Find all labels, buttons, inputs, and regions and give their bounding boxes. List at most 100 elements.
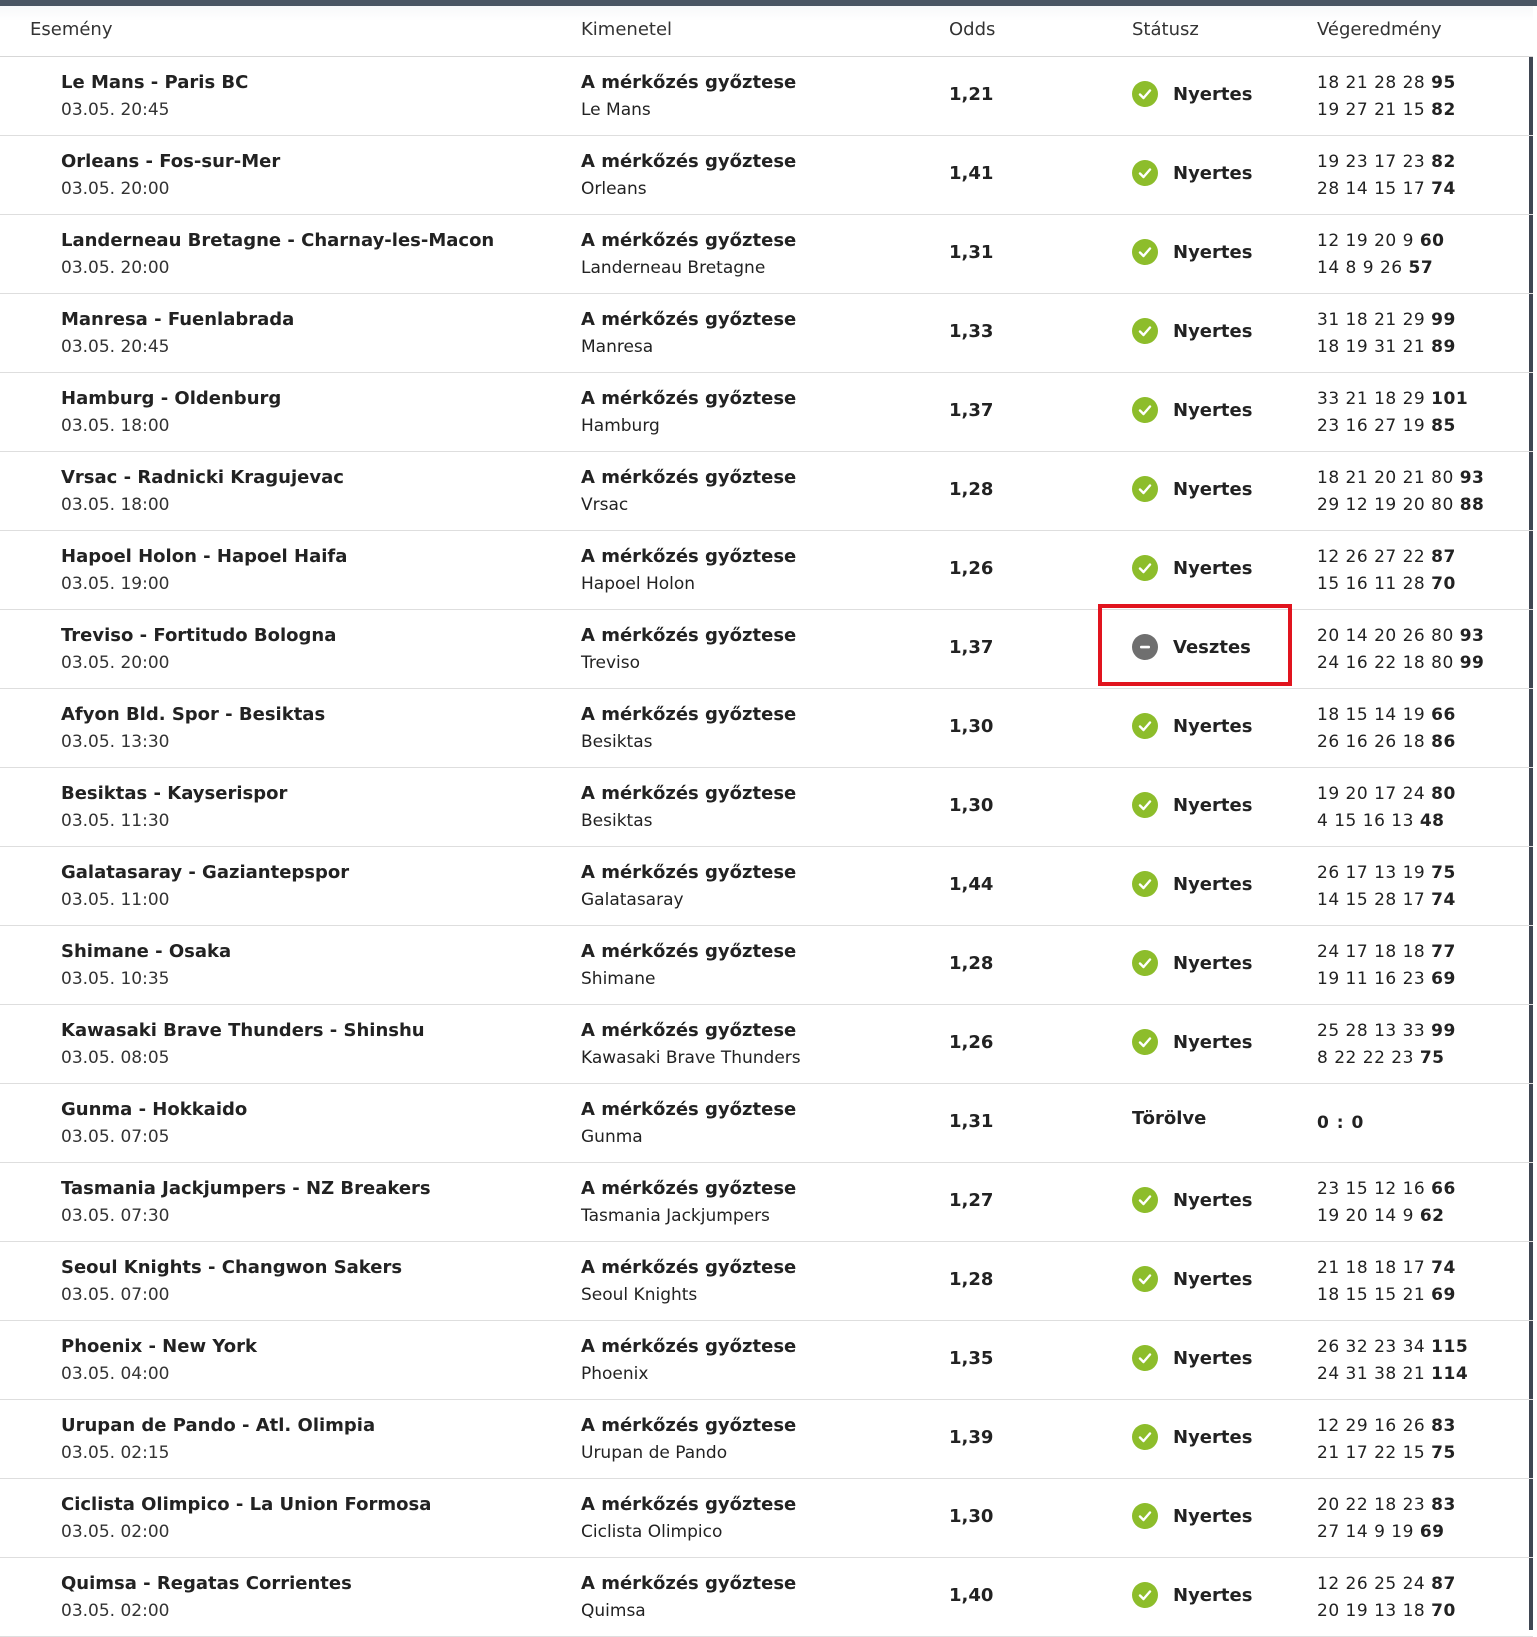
away-quarters: 24 16 22 18 80 [1317,653,1454,673]
away-quarters: 19 11 16 23 [1317,969,1426,989]
result-cell: 20 14 20 26 80 93 24 16 22 18 80 99 [1317,624,1484,675]
table-row[interactable]: Kawasaki Brave Thunders - Shinshu 03.05.… [0,1005,1533,1084]
table-row[interactable]: Manresa - Fuenlabrada 03.05. 20:45 A mér… [0,294,1533,373]
event-cell: Vrsac - Radnicki Kragujevac 03.05. 18:00 [61,466,344,517]
event-date: 03.05. 04:00 [61,1364,170,1384]
event-name[interactable]: Manresa - Fuenlabrada [61,308,294,332]
status-badge: Nyertes [1132,713,1252,739]
table-row[interactable]: Tasmania Jackjumpers - NZ Breakers 03.05… [0,1163,1533,1242]
result-cell: 19 20 17 24 80 4 15 16 13 48 [1317,782,1456,833]
odds-value: 1,31 [949,1111,994,1132]
table-row[interactable]: Ciclista Olimpico - La Union Formosa 03.… [0,1479,1533,1558]
event-date: 03.05. 20:00 [61,258,170,278]
selected-pick: Le Mans [581,100,651,120]
header-odds[interactable]: Odds [949,19,995,40]
event-name[interactable]: Le Mans - Paris BC [61,71,248,95]
status-label: Törölve [1132,1108,1207,1129]
odds-value: 1,40 [949,1585,994,1606]
home-total: 99 [1431,310,1456,330]
odds-value: 1,26 [949,1032,994,1053]
event-name[interactable]: Kawasaki Brave Thunders - Shinshu [61,1019,425,1043]
table-row[interactable]: Hamburg - Oldenburg 03.05. 18:00 A mérkő… [0,373,1533,452]
status-label: Nyertes [1173,1189,1253,1211]
market-name: A mérkőzés győztese [581,388,797,409]
event-name[interactable]: Hapoel Holon - Hapoel Haifa [61,545,347,569]
away-quarters: 24 31 38 21 [1317,1364,1426,1384]
header-outcome[interactable]: Kimenetel [581,19,672,40]
minus-circle-icon [1132,634,1158,660]
event-name[interactable]: Tasmania Jackjumpers - NZ Breakers [61,1177,431,1201]
table-row[interactable]: Besiktas - Kayserispor 03.05. 11:30 A mé… [0,768,1533,847]
home-total: 66 [1431,705,1456,725]
outcome-cell: A mérkőzés győztese Orleans [581,150,796,201]
event-name[interactable]: Landerneau Bretagne - Charnay-les-Macon [61,229,494,253]
event-cell: Le Mans - Paris BC 03.05. 20:45 [61,71,248,122]
status-label: Nyertes [1173,557,1253,579]
event-name[interactable]: Besiktas - Kayserispor [61,782,287,806]
table-row[interactable]: Seoul Knights - Changwon Sakers 03.05. 0… [0,1242,1533,1321]
home-total: 60 [1419,231,1445,251]
event-name[interactable]: Hamburg - Oldenburg [61,387,281,411]
table-row[interactable]: Quimsa - Regatas Corrientes 03.05. 02:00… [0,1558,1533,1637]
table-row[interactable]: Urupan de Pando - Atl. Olimpia 03.05. 02… [0,1400,1533,1479]
event-name[interactable]: Vrsac - Radnicki Kragujevac [61,466,344,490]
away-quarters: 14 15 28 17 [1317,890,1426,910]
event-name[interactable]: Shimane - Osaka [61,940,231,964]
header-result[interactable]: Végeredmény [1317,19,1442,40]
table-row[interactable]: Hapoel Holon - Hapoel Haifa 03.05. 19:00… [0,531,1533,610]
market-name: A mérkőzés győztese [581,1020,797,1041]
status-label: Nyertes [1173,715,1253,737]
event-cell: Shimane - Osaka 03.05. 10:35 [61,940,231,991]
status-badge: Nyertes [1132,81,1252,107]
result-cell: 33 21 18 29 101 23 16 27 19 85 [1317,387,1468,438]
away-quarters: 19 27 21 15 [1317,100,1426,120]
table-row[interactable]: Gunma - Hokkaido 03.05. 07:05 A mérkőzés… [0,1084,1533,1163]
status-badge: Nyertes [1132,555,1252,581]
event-date: 03.05. 07:30 [61,1206,170,1226]
selected-pick: Phoenix [581,1364,649,1384]
event-name[interactable]: Quimsa - Regatas Corrientes [61,1572,352,1596]
event-name[interactable]: Galatasaray - Gaziantepspor [61,861,349,885]
market-name: A mérkőzés győztese [581,1573,797,1594]
status-badge: Nyertes [1132,1266,1252,1292]
event-cell: Treviso - Fortitudo Bologna 03.05. 20:00 [61,624,336,675]
table-row[interactable]: Landerneau Bretagne - Charnay-les-Macon … [0,215,1533,294]
outcome-cell: A mérkőzés győztese Le Mans [581,71,796,122]
table-row[interactable]: Afyon Bld. Spor - Besiktas 03.05. 13:30 … [0,689,1533,768]
away-score-line: 14 15 28 17 74 [1317,888,1456,912]
home-total: 87 [1431,547,1456,567]
event-name[interactable]: Ciclista Olimpico - La Union Formosa [61,1493,431,1517]
status-badge: Nyertes [1132,792,1252,818]
event-name[interactable]: Phoenix - New York [61,1335,257,1359]
table-row[interactable]: Shimane - Osaka 03.05. 10:35 A mérkőzés … [0,926,1533,1005]
event-date: 03.05. 20:00 [61,653,170,673]
event-name[interactable]: Orleans - Fos-sur-Mer [61,150,280,174]
event-date: 03.05. 02:00 [61,1522,170,1542]
selected-pick: Seoul Knights [581,1285,698,1305]
selected-pick: Shimane [581,969,656,989]
table-row[interactable]: Phoenix - New York 03.05. 04:00 A mérkőz… [0,1321,1533,1400]
odds-value: 1,28 [949,1269,994,1290]
home-quarters: 24 17 18 18 [1317,942,1426,962]
away-score-line: 19 11 16 23 69 [1317,967,1456,991]
table-row[interactable]: Vrsac - Radnicki Kragujevac 03.05. 18:00… [0,452,1533,531]
home-total: 115 [1431,1337,1469,1357]
event-name[interactable]: Afyon Bld. Spor - Besiktas [61,703,325,727]
home-quarters: 31 18 21 29 [1317,310,1426,330]
home-quarters: 12 29 16 26 [1317,1416,1426,1436]
header-event[interactable]: Esemény [30,19,113,40]
table-row[interactable]: Treviso - Fortitudo Bologna 03.05. 20:00… [0,610,1533,689]
event-name[interactable]: Urupan de Pando - Atl. Olimpia [61,1414,375,1438]
event-name[interactable]: Treviso - Fortitudo Bologna [61,624,336,648]
home-quarters: 18 21 28 28 [1317,73,1426,93]
check-circle-icon [1132,1187,1158,1213]
table-row[interactable]: Galatasaray - Gaziantepspor 03.05. 11:00… [0,847,1533,926]
table-row[interactable]: Le Mans - Paris BC 03.05. 20:45 A mérkőz… [0,57,1533,136]
selected-pick: Ciclista Olimpico [581,1522,723,1542]
event-name[interactable]: Seoul Knights - Changwon Sakers [61,1256,402,1280]
table-row[interactable]: Orleans - Fos-sur-Mer 03.05. 20:00 A mér… [0,136,1533,215]
status-label: Nyertes [1173,1584,1253,1606]
header-status[interactable]: Státusz [1132,19,1199,40]
event-date: 03.05. 13:30 [61,732,170,752]
event-name[interactable]: Gunma - Hokkaido [61,1098,247,1122]
